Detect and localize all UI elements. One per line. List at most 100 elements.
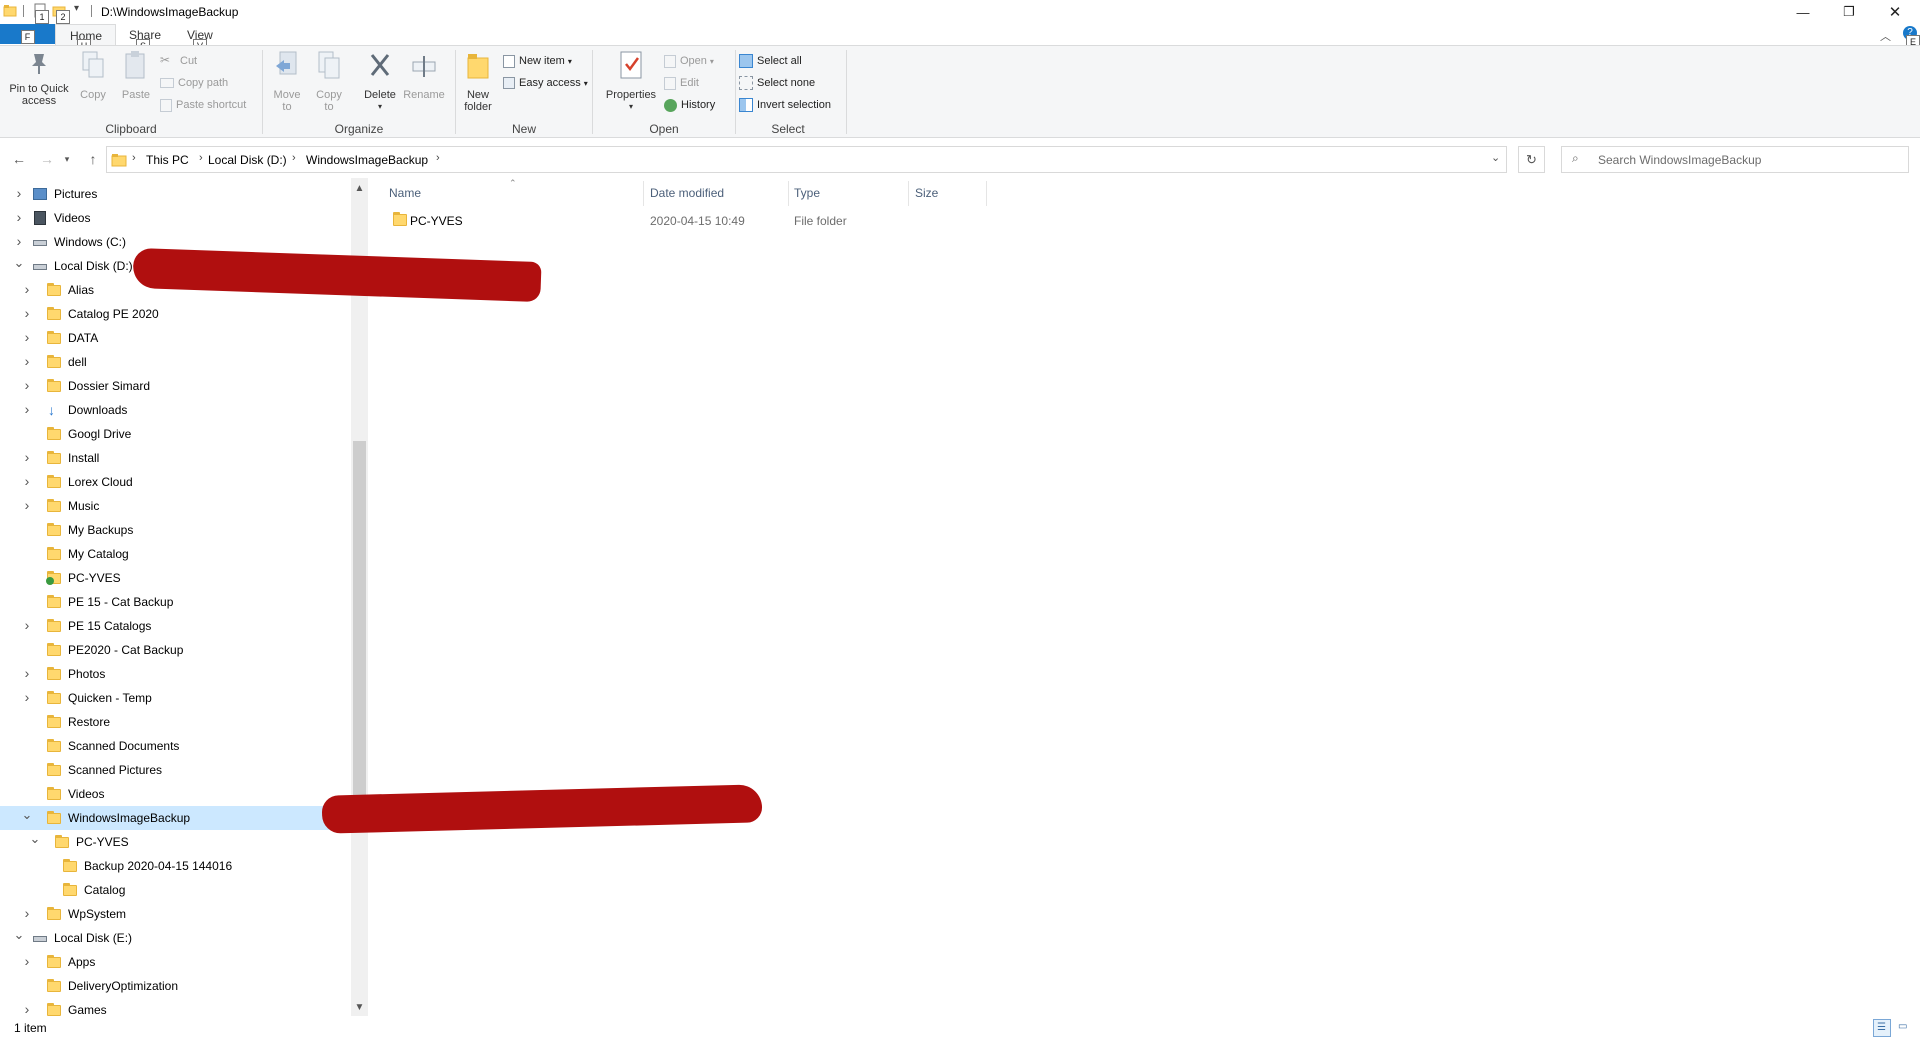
tree-item[interactable]: Backup 2020-04-15 144016	[0, 854, 352, 878]
tree-item[interactable]: › Pictures	[0, 182, 352, 206]
tree-item[interactable]: PE2020 - Cat Backup	[0, 638, 352, 662]
tree-item[interactable]: › PE 15 Catalogs	[0, 614, 352, 638]
delete-dropdown-icon[interactable]: ▾	[358, 101, 402, 113]
scroll-down-icon[interactable]: ▼	[351, 999, 368, 1016]
chevron-right-icon[interactable]: ›	[21, 306, 33, 320]
column-name-header[interactable]: Name	[389, 186, 421, 200]
address-history-dropdown-icon[interactable]: ⌄	[1491, 151, 1500, 164]
chevron-right-icon[interactable]: ›	[21, 666, 33, 680]
nav-pane-scroll-thumb[interactable]	[353, 441, 366, 798]
chevron-right-icon[interactable]: ›	[21, 378, 33, 392]
breadcrumb-this-pc[interactable]: This PC	[146, 153, 189, 167]
invert-selection-button[interactable]: Invert selection	[739, 96, 831, 114]
chevron-right-icon[interactable]: ›	[21, 1002, 33, 1016]
search-box[interactable]: ⌕ Search WindowsImageBackup	[1561, 146, 1909, 173]
chevron-right-icon[interactable]: ›	[21, 330, 33, 344]
copy-button[interactable]: Copy	[76, 50, 110, 101]
breadcrumb-separator-icon[interactable]: ›	[199, 152, 203, 164]
chevron-right-icon[interactable]: ›	[21, 498, 33, 512]
scroll-up-icon[interactable]: ▲	[351, 180, 368, 197]
tree-item[interactable]: › ↓ Downloads	[0, 398, 352, 422]
chevron-down-icon[interactable]: ⌄	[13, 928, 25, 943]
tree-item[interactable]: › Games	[0, 998, 352, 1016]
select-all-button[interactable]: Select all	[739, 52, 802, 70]
qat-customize-icon[interactable]: ▾	[74, 3, 79, 14]
tree-item[interactable]: › Videos	[0, 206, 352, 230]
chevron-down-icon[interactable]: ⌄	[21, 808, 33, 823]
chevron-right-icon[interactable]: ›	[21, 954, 33, 968]
tab-file[interactable]: F	[0, 24, 55, 44]
chevron-right-icon[interactable]: ›	[21, 690, 33, 704]
tree-item[interactable]: My Backups	[0, 518, 352, 542]
tree-item[interactable]: › Photos	[0, 662, 352, 686]
chevron-right-icon[interactable]: ›	[13, 234, 25, 248]
breadcrumb-separator-icon[interactable]: ›	[292, 152, 296, 164]
breadcrumb-separator-icon[interactable]: ›	[436, 152, 440, 164]
tree-item[interactable]: DeliveryOptimization	[0, 974, 352, 998]
tree-item[interactable]: › Install	[0, 446, 352, 470]
column-divider[interactable]	[643, 181, 644, 206]
tree-item[interactable]: PC-YVES	[0, 566, 352, 590]
tree-item[interactable]: Restore	[0, 710, 352, 734]
up-button[interactable]: ↑	[82, 145, 104, 173]
tree-item[interactable]: Videos	[0, 782, 352, 806]
address-bar[interactable]: › This PC › Local Disk (D:) › WindowsIma…	[106, 146, 1507, 173]
tree-item[interactable]: › WpSystem	[0, 902, 352, 926]
chevron-right-icon[interactable]: ›	[21, 474, 33, 488]
breadcrumb-local-disk-d[interactable]: Local Disk (D:)	[208, 153, 287, 167]
cut-button[interactable]: ✂ Cut	[160, 52, 197, 70]
tree-item[interactable]: › Quicken - Temp	[0, 686, 352, 710]
tree-item[interactable]: › DATA	[0, 326, 352, 350]
breadcrumb-separator-icon[interactable]: ›	[132, 152, 136, 164]
chevron-down-icon[interactable]: ⌄	[29, 832, 41, 847]
pin-quick-access-button[interactable]: Pin to Quick access	[5, 50, 73, 107]
tree-item[interactable]: My Catalog	[0, 542, 352, 566]
minimize-ribbon-icon[interactable]: ︿	[1880, 28, 1891, 44]
tree-item[interactable]: › Catalog PE 2020	[0, 302, 352, 326]
new-item-button[interactable]: New item ▾	[503, 52, 572, 70]
close-button[interactable]: ✕	[1872, 0, 1918, 24]
column-date-header[interactable]: Date modified	[650, 186, 724, 200]
properties-button[interactable]: Properties ▾	[602, 50, 660, 113]
column-divider[interactable]	[908, 181, 909, 206]
tree-item[interactable]: Catalog	[0, 878, 352, 902]
open-button[interactable]: Open ▾	[664, 52, 714, 70]
chevron-right-icon[interactable]: ›	[21, 450, 33, 464]
edit-button[interactable]: Edit	[664, 74, 699, 92]
move-to-button[interactable]: Move to	[271, 50, 303, 113]
tree-item[interactable]: › dell	[0, 350, 352, 374]
chevron-right-icon[interactable]: ›	[13, 210, 25, 224]
details-view-button[interactable]: ☰	[1873, 1019, 1891, 1037]
paste-shortcut-button[interactable]: Paste shortcut	[160, 96, 246, 114]
maximize-button[interactable]: ❐	[1826, 0, 1872, 24]
large-icons-view-button[interactable]: ▭	[1895, 1019, 1913, 1037]
chevron-right-icon[interactable]: ›	[21, 618, 33, 632]
chevron-right-icon[interactable]: ›	[21, 354, 33, 368]
tree-item[interactable]: › Music	[0, 494, 352, 518]
chevron-down-icon[interactable]: ⌄	[13, 256, 25, 271]
refresh-button[interactable]: ↻	[1518, 146, 1545, 173]
tree-item[interactable]: › Dossier Simard	[0, 374, 352, 398]
chevron-right-icon[interactable]: ›	[21, 402, 33, 416]
tree-item[interactable]: › Apps	[0, 950, 352, 974]
column-size-header[interactable]: Size	[915, 186, 938, 200]
copy-to-button[interactable]: Copy to	[313, 50, 345, 113]
tree-item[interactable]: PE 15 - Cat Backup	[0, 590, 352, 614]
tree-item[interactable]: Scanned Documents	[0, 734, 352, 758]
column-divider[interactable]	[986, 181, 987, 206]
select-none-button[interactable]: Select none	[739, 74, 815, 92]
minimize-button[interactable]: —	[1780, 0, 1826, 24]
delete-button[interactable]: Delete ▾	[358, 50, 402, 113]
file-row[interactable]: PC-YVES 2020-04-15 10:49 File folder	[379, 209, 981, 231]
easy-access-button[interactable]: Easy access ▾	[503, 74, 588, 92]
tree-item[interactable]: Scanned Pictures	[0, 758, 352, 782]
column-divider[interactable]	[788, 181, 789, 206]
tree-item[interactable]: ⌄ WindowsImageBackup	[0, 806, 352, 830]
back-button[interactable]: ←	[8, 145, 30, 173]
tree-item[interactable]: Googl Drive	[0, 422, 352, 446]
column-type-header[interactable]: Type	[794, 186, 820, 200]
chevron-right-icon[interactable]: ›	[21, 282, 33, 296]
chevron-right-icon[interactable]: ›	[13, 186, 25, 200]
breadcrumb-windowsimagebackup[interactable]: WindowsImageBackup	[306, 153, 428, 167]
paste-button[interactable]: Paste	[119, 50, 153, 101]
